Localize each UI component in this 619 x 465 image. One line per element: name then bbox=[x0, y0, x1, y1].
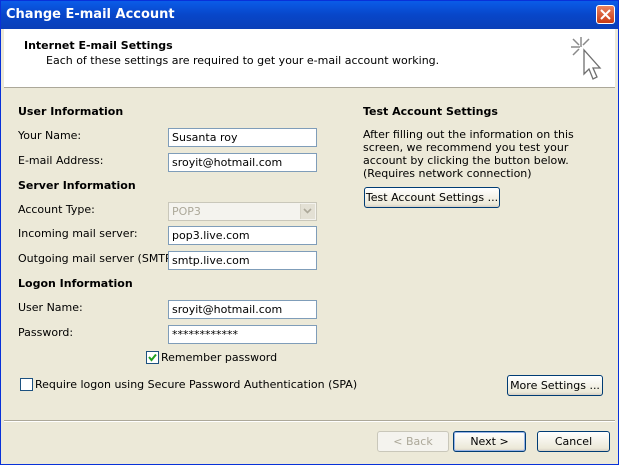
change-email-account-dialog: Change E-mail Account Internet E-mail Se… bbox=[0, 0, 619, 465]
user-name-label: User Name: bbox=[18, 301, 83, 314]
test-settings-heading: Test Account Settings bbox=[363, 105, 498, 118]
chevron-down-icon bbox=[303, 208, 312, 214]
account-type-select[interactable]: POP3 bbox=[168, 202, 317, 221]
outgoing-server-input[interactable]: smtp.live.com bbox=[168, 251, 317, 270]
mouse-cursor-icon bbox=[571, 37, 602, 80]
your-name-label: Your Name: bbox=[18, 129, 82, 142]
incoming-server-label: Incoming mail server: bbox=[18, 227, 138, 240]
header-subtitle: Each of these settings are required to g… bbox=[46, 54, 440, 67]
email-address-label: E-mail Address: bbox=[18, 154, 104, 167]
password-label: Password: bbox=[18, 326, 74, 339]
close-icon bbox=[600, 9, 611, 20]
dropdown-arrow[interactable] bbox=[300, 204, 315, 219]
account-type-value: POP3 bbox=[172, 205, 201, 218]
user-name-input[interactable]: sroyit@hotmail.com bbox=[168, 300, 317, 319]
spa-checkbox[interactable] bbox=[20, 378, 33, 391]
server-info-heading: Server Information bbox=[18, 179, 136, 192]
password-input[interactable]: ************ bbox=[168, 325, 317, 344]
remember-password-label[interactable]: Remember password bbox=[161, 351, 277, 364]
title-bar[interactable]: Change E-mail Account bbox=[1, 1, 618, 29]
outgoing-server-label: Outgoing mail server (SMTP): bbox=[18, 252, 180, 265]
incoming-server-input[interactable]: pop3.live.com bbox=[168, 226, 317, 245]
next-button[interactable]: Next > bbox=[453, 431, 526, 452]
header-title: Internet E-mail Settings bbox=[24, 39, 173, 52]
more-settings-button[interactable]: More Settings ... bbox=[507, 375, 603, 396]
email-address-input[interactable]: sroyit@hotmail.com bbox=[168, 153, 317, 172]
window-title: Change E-mail Account bbox=[6, 7, 175, 22]
your-name-input[interactable]: Susanta roy bbox=[168, 128, 317, 147]
spa-label[interactable]: Require logon using Secure Password Auth… bbox=[35, 378, 357, 391]
header-panel: Internet E-mail Settings Each of these s… bbox=[4, 29, 615, 88]
account-type-label: Account Type: bbox=[18, 203, 95, 216]
logon-info-heading: Logon Information bbox=[18, 277, 133, 290]
test-account-settings-button[interactable]: Test Account Settings ... bbox=[364, 187, 500, 208]
remember-password-checkbox[interactable] bbox=[146, 351, 159, 364]
checkmark-icon bbox=[148, 353, 157, 362]
user-info-heading: User Information bbox=[18, 105, 124, 118]
cancel-button[interactable]: Cancel bbox=[537, 431, 610, 452]
test-settings-description: After filling out the information on thi… bbox=[363, 128, 574, 180]
footer-divider bbox=[4, 420, 615, 422]
back-button[interactable]: < Back bbox=[377, 431, 449, 452]
close-button[interactable] bbox=[596, 5, 615, 24]
